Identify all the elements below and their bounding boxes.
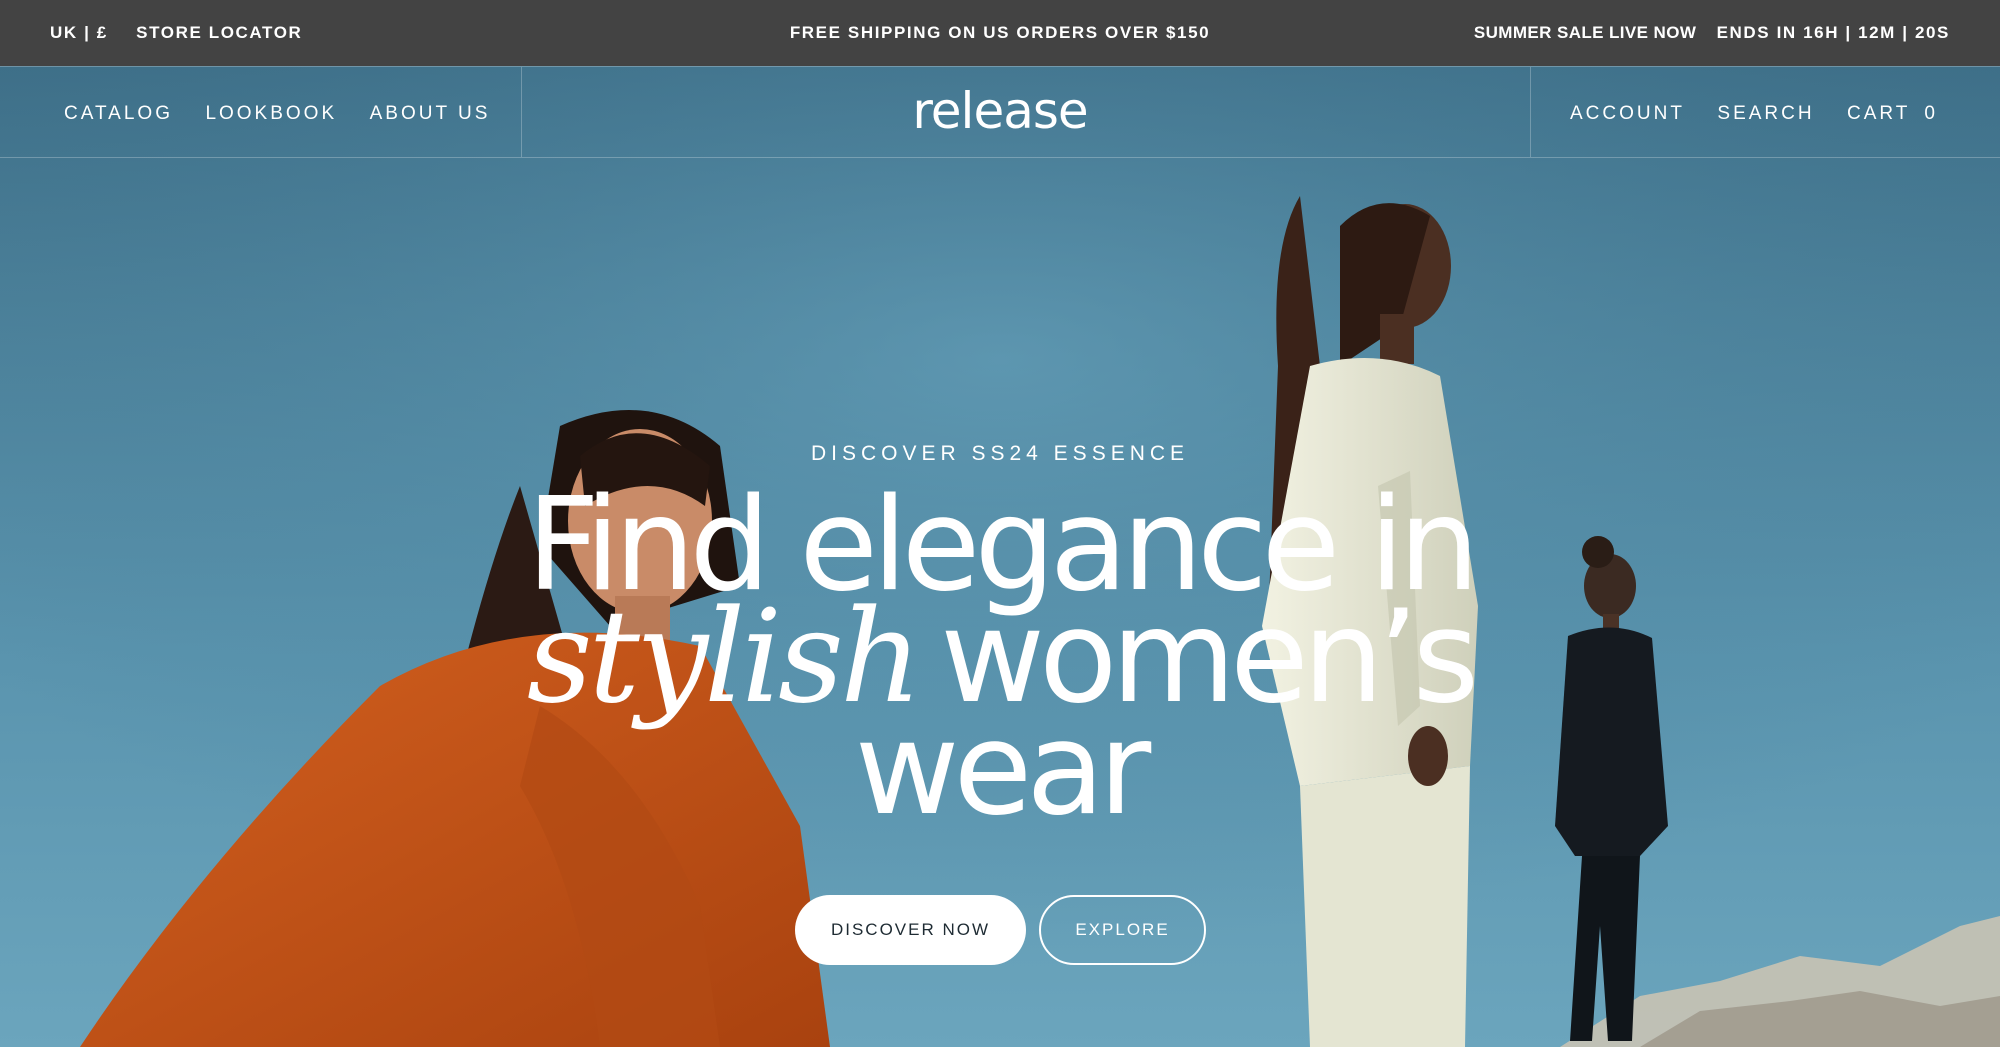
announcement-bar: UK | £ STORE LOCATOR FREE SHIPPING ON US… [0,0,2000,66]
sale-message[interactable]: SUMMER SALE LIVE NOW [1474,23,1696,42]
headline-line-3: wear [854,695,1152,844]
explore-button[interactable]: EXPLORE [1039,895,1206,965]
discover-now-button[interactable]: DISCOVER NOW [795,895,1026,965]
hero-headline: Find elegance in stylish women’s wear [0,482,2000,844]
brand-logo[interactable]: release [0,82,2000,140]
hero-eyebrow: DISCOVER SS24 ESSENCE [810,442,1190,465]
sale-countdown: ENDS IN 16H | 12M | 20S [1716,23,1950,42]
announcement-right: SUMMER SALE LIVE NOW ENDS IN 16H | 12M |… [1474,23,1950,43]
